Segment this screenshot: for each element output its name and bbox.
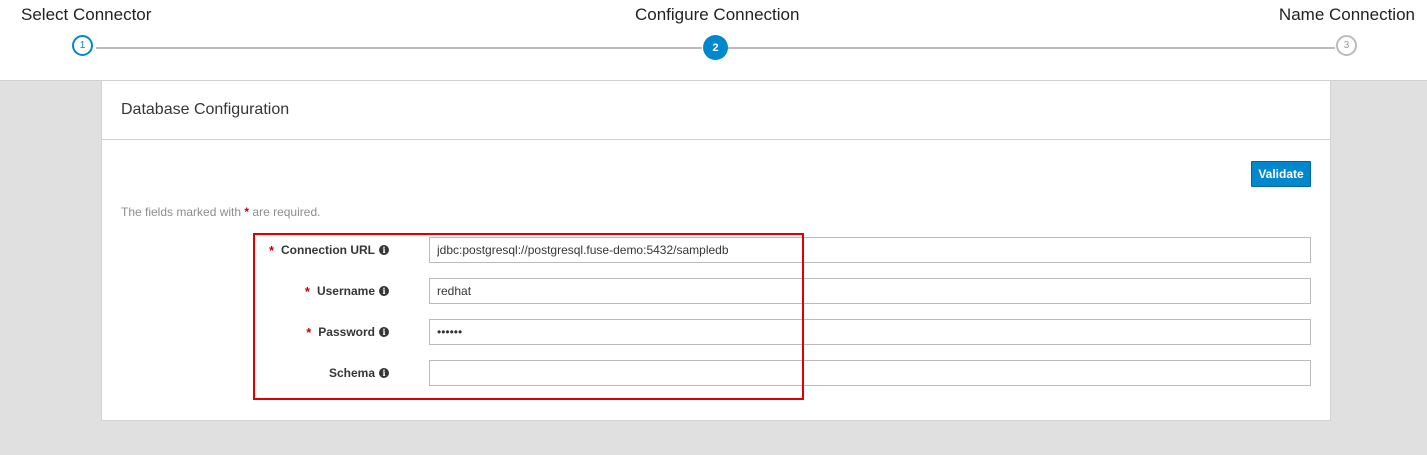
step-connector-line [728,47,1335,49]
username-label-text: Username [316,284,375,298]
required-note-prefix: The fields marked with [121,205,242,219]
schema-row: Schema i [102,360,1332,386]
required-note-suffix: are required. [252,205,321,219]
required-star: * [268,242,274,258]
validate-button[interactable]: Validate [1251,161,1311,187]
info-circle-icon[interactable]: i [379,245,389,255]
username-row: * Username i [102,278,1332,304]
step-connector-line [96,47,702,49]
password-input[interactable] [429,319,1311,345]
password-row: * Password i [102,319,1332,345]
schema-label-text: Schema [328,366,375,380]
wizard-steps: Select Connector Configure Connection Na… [0,0,1427,81]
schema-input[interactable] [429,360,1311,386]
connection-url-input[interactable] [429,237,1311,263]
required-star: * [304,283,310,299]
step-1-circle[interactable]: 1 [72,35,93,56]
connection-url-label-text: Connection URL [281,243,375,257]
info-circle-icon[interactable]: i [379,327,389,337]
connection-url-label: * Connection URL i [269,237,389,263]
schema-label: Schema i [329,360,389,386]
required-star: * [244,205,250,219]
required-fields-note: The fields marked with * are required. [121,205,320,219]
database-configuration-card: Database Configuration Validate The fiel… [101,81,1331,421]
password-label-text: Password [318,325,375,339]
required-star: * [306,324,312,340]
info-circle-icon[interactable]: i [379,368,389,378]
connection-url-row: * Connection URL i [102,237,1332,263]
step-3-circle: 3 [1336,35,1357,56]
step-2-title: Configure Connection [635,5,800,24]
step-1-title[interactable]: Select Connector [21,5,151,25]
info-circle-icon[interactable]: i [379,286,389,296]
username-label: * Username i [305,278,389,304]
step-3-title: Name Connection [1278,5,1415,24]
step-2-circle: 2 [703,35,728,60]
username-input[interactable] [429,278,1311,304]
card-title: Database Configuration [102,81,1330,140]
password-label: * Password i [306,319,389,345]
